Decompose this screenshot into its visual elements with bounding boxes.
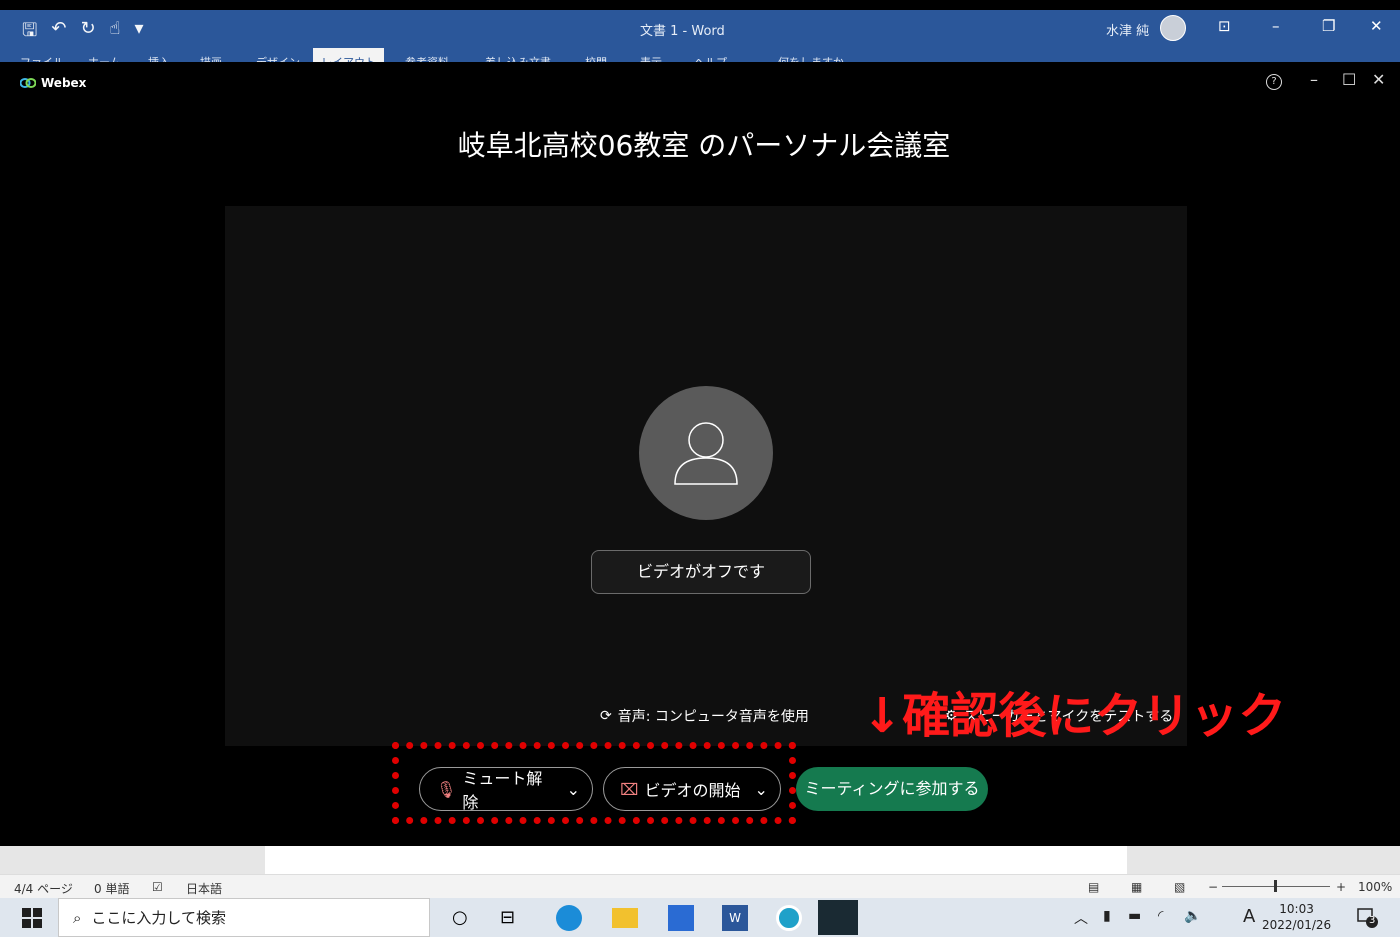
minimize-icon[interactable]: – <box>1272 17 1280 35</box>
chevron-down-icon[interactable]: ⌄ <box>567 780 580 799</box>
screen: 🖫 ↶ ↻ ☝ ▾ 文書 1 - Word 水津 純 ⊡ – ❐ ✕ ファイル … <box>0 0 1400 937</box>
webex-logo: Webex <box>20 76 86 90</box>
undo-icon[interactable]: ↶ <box>51 18 66 48</box>
tab-help[interactable]: ヘルプ <box>694 54 727 62</box>
page-count[interactable]: 4/4 ページ <box>14 880 73 897</box>
zoom-level[interactable]: 100% <box>1358 880 1392 894</box>
tab-view[interactable]: 表示 <box>640 54 662 62</box>
show-hidden-icons-icon[interactable]: ︿ <box>1074 908 1088 928</box>
clock-time: 10:03 <box>1279 902 1314 916</box>
zoom-out-icon[interactable]: − <box>1208 880 1218 894</box>
proofing-icon[interactable]: ☑ <box>152 880 163 894</box>
webex-taskbar-icon[interactable] <box>818 900 858 935</box>
audio-sync-icon: ⟳ <box>600 708 612 724</box>
word-user-name: 水津 純 <box>1106 24 1150 39</box>
webex-logo-icon <box>20 78 36 88</box>
volume-muted-icon[interactable]: 🔈 <box>1184 908 1201 924</box>
mute-button[interactable]: 🎙 ミュート解除 ⌄ <box>419 767 593 812</box>
webex-minimize-icon[interactable]: – <box>1310 70 1318 89</box>
annotation-text: ↓確認後にクリック <box>862 688 1287 744</box>
clock[interactable]: 10:03 2022/01/26 <box>1262 901 1331 933</box>
mute-button-label: ミュート解除 <box>462 769 543 812</box>
ime-indicator[interactable]: A <box>1243 906 1255 927</box>
webex-app-name: Webex <box>41 76 87 90</box>
task-view-icon[interactable]: ⊟ <box>500 905 526 931</box>
tab-file[interactable]: ファイル <box>20 54 64 62</box>
file-explorer-icon[interactable] <box>612 908 638 928</box>
ribbon-display-icon[interactable]: ⊡ <box>1218 17 1231 35</box>
start-video-label: ビデオの開始 <box>644 781 741 800</box>
join-meeting-button[interactable]: ミーティングに参加する <box>796 767 988 811</box>
audio-status-text: 音声: コンピュータ音声を使用 <box>617 709 809 725</box>
battery-icon[interactable]: ▬ <box>1128 908 1141 924</box>
zoom-in-icon[interactable]: + <box>1336 880 1346 894</box>
windows-taskbar: ⌕ ここに入力して検索 ○ ⊟ W ︿ ▮ ▬ ◜ 🔈 A 10:03 2022… <box>0 898 1400 937</box>
video-off-label: ビデオがオフです <box>591 550 811 594</box>
tab-insert[interactable]: 挿入 <box>148 54 170 62</box>
taskbar-search[interactable]: ⌕ ここに入力して検索 <box>58 898 430 937</box>
edge-icon[interactable] <box>556 905 582 931</box>
tab-layout[interactable]: レイアウト <box>313 48 384 62</box>
wifi-icon[interactable]: ◜ <box>1158 908 1163 924</box>
audio-status[interactable]: ⟳ 音声: コンピュータ音声を使用 <box>600 706 809 726</box>
person-icon <box>674 422 738 485</box>
word-title-bar: 🖫 ↶ ↻ ☝ ▾ 文書 1 - Word 水津 純 ⊡ – ❐ ✕ <box>0 10 1400 46</box>
tab-design[interactable]: デザイン <box>256 54 300 62</box>
webex-maximize-icon[interactable]: ☐ <box>1342 70 1356 89</box>
meeting-title: 岐阜北高校06教室 のパーソナル会議室 <box>457 129 951 162</box>
microphone-muted-icon: 🎙 <box>436 779 457 799</box>
tab-home[interactable]: ホーム <box>88 54 121 62</box>
word-page[interactable] <box>265 846 1127 874</box>
customize-icon[interactable]: ▾ <box>135 18 144 48</box>
store-icon[interactable] <box>668 905 694 931</box>
notification-count: 3 <box>1369 915 1376 926</box>
word-count[interactable]: 0 単語 <box>94 880 129 897</box>
quick-access-toolbar: 🖫 ↶ ↻ ☝ ▾ <box>22 18 144 48</box>
video-preview: ビデオがオフです ⟳ 音声: コンピュータ音声を使用 ⚙ スピーカーとマイクをテ… <box>225 206 1187 746</box>
tab-mailings[interactable]: 差し込み文書 <box>485 54 551 62</box>
participant-avatar <box>639 386 773 520</box>
tab-draw[interactable]: 描画 <box>200 54 222 62</box>
tell-me-search[interactable]: 何をしますか <box>778 54 844 62</box>
restore-icon[interactable]: ❐ <box>1322 17 1335 35</box>
word-title: 文書 1 - Word <box>640 24 725 39</box>
start-video-button[interactable]: ⌧ ビデオの開始 ⌄ <box>603 767 781 811</box>
webex-assistant-icon[interactable] <box>776 905 802 931</box>
notification-center[interactable]: 3 <box>1356 906 1378 928</box>
video-off-icon: ⌧ <box>620 779 639 799</box>
search-icon: ⌕ <box>73 908 82 927</box>
web-layout-icon[interactable]: ▧ <box>1174 880 1185 894</box>
read-mode-icon[interactable]: ▤ <box>1088 880 1099 894</box>
clock-date: 2022/01/26 <box>1262 918 1332 932</box>
word-taskbar-icon[interactable]: W <box>722 905 748 931</box>
webex-window: Webex ? – ☐ ✕ 岐阜北高校06教室 のパーソナル会議室 ビデオがオフ… <box>8 62 1400 846</box>
language-indicator[interactable]: 日本語 <box>186 880 222 897</box>
print-layout-icon[interactable]: ▦ <box>1131 880 1142 894</box>
tab-references[interactable]: 参考資料 <box>405 54 449 62</box>
search-placeholder: ここに入力して検索 <box>91 909 226 927</box>
cortana-icon[interactable]: ○ <box>452 905 478 931</box>
webex-close-icon[interactable]: ✕ <box>1372 70 1385 89</box>
help-icon[interactable]: ? <box>1266 74 1282 90</box>
word-ribbon-tabs: ファイル ホーム 挿入 描画 デザイン レイアウト 参考資料 差し込み文書 校閲… <box>0 46 1400 62</box>
tab-review[interactable]: 校閲 <box>585 54 607 62</box>
windows-start-icon[interactable] <box>22 908 42 928</box>
touch-mode-icon[interactable]: ☝ <box>110 18 121 48</box>
user-avatar[interactable] <box>1160 15 1186 41</box>
microphone-icon[interactable]: ▮ <box>1103 908 1111 924</box>
save-icon[interactable]: 🖫 <box>22 18 37 48</box>
redo-icon[interactable]: ↻ <box>80 18 95 48</box>
chevron-down-icon[interactable]: ⌄ <box>754 780 767 799</box>
zoom-slider-thumb[interactable] <box>1274 880 1277 892</box>
word-status-bar: 4/4 ページ 0 単語 ☑ 日本語 ▤ ▦ ▧ − + 100% <box>0 874 1400 898</box>
close-icon[interactable]: ✕ <box>1370 17 1383 35</box>
